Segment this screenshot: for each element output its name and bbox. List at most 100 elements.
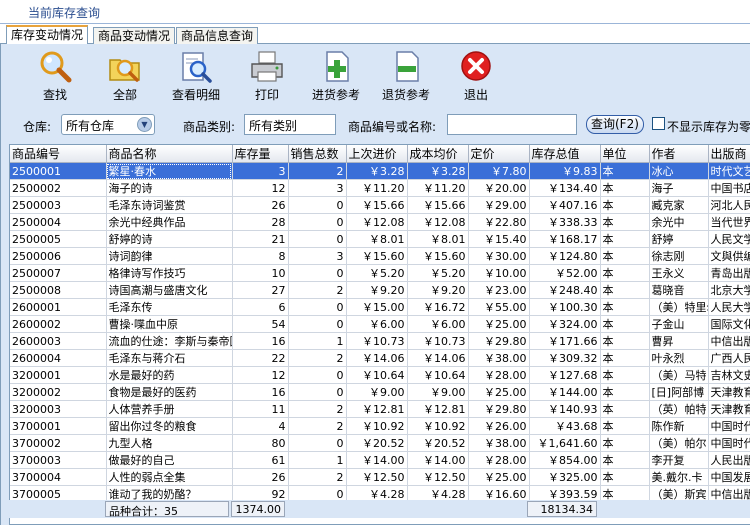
column-header[interactable]: 成本均价	[407, 145, 469, 163]
table-cell: 余光中	[649, 213, 709, 231]
table-cell: 3200002	[10, 383, 107, 401]
table-cell: 王永义	[649, 264, 709, 282]
category-label: 商品类别:	[183, 120, 236, 134]
table-cell: ￥9.20	[407, 281, 469, 299]
table-row[interactable]: 3700004 人性的弱点全集 26 2 ￥12.50 ￥12.50 ￥25.00 ￥325.…	[10, 468, 750, 486]
return-reference-button[interactable]: 退货参考	[374, 50, 438, 104]
table-cell: ￥9.00	[346, 383, 408, 401]
table-row[interactable]: 2500003 毛泽东诗词鉴赏 26 0 ￥15.66 ￥15.66 ￥29.00 ￥407.…	[10, 196, 750, 214]
table-cell: ￥8.01	[346, 230, 408, 248]
summary-bar: 品种合计：35 1374.00 18134.34	[9, 500, 750, 518]
tab-stock-changes[interactable]: 库存变动情况	[6, 25, 89, 44]
table-cell: 26	[232, 196, 289, 214]
column-header[interactable]: 单位	[600, 145, 650, 163]
table-row[interactable]: 2600001 毛泽东传 6 0 ￥15.00 ￥16.72 ￥55.00 ￥100.30 本（…	[10, 298, 750, 316]
close-icon	[461, 51, 491, 81]
column-header[interactable]: 作者	[649, 145, 709, 163]
table-row[interactable]: 3200002 食物是最好的医药 16 0 ￥9.00 ￥9.00 ￥25.00 ￥144.0…	[10, 383, 750, 401]
table-row[interactable]: 3700002 九型人格 80 0 ￥20.52 ￥20.52 ￥38.00 ￥1,641.6…	[10, 434, 750, 452]
table-row[interactable]: 2500007 格律诗写作技巧 10 0 ￥5.20 ￥5.20 ￥10.00 ￥52.00 本…	[10, 264, 750, 282]
column-header[interactable]: 库存总值	[529, 145, 601, 163]
table-cell: 2600001	[10, 298, 107, 316]
table-row[interactable]: 3700003 做最好的自己 61 1 ￥14.00 ￥14.00 ￥28.00 ￥854.0…	[10, 451, 750, 469]
table-cell: 吉林文史	[708, 366, 750, 384]
main-panel: 查找 全部 查看明细 打印 进货参考 退货参考 退出 仓库: 所有仓库 ▼ 商品…	[0, 44, 750, 525]
tab-product-changes[interactable]: 商品变动情况	[93, 27, 176, 44]
table-cell: 水是最好的药	[106, 366, 233, 384]
table-row[interactable]: 2500006 诗词韵律 8 3 ￥15.60 ￥15.60 ￥30.00 ￥124.80 本徐…	[10, 247, 750, 265]
table-cell: ￥1,641.60	[529, 434, 601, 452]
table-cell: ￥12.81	[346, 400, 408, 418]
table-cell: 2600004	[10, 349, 107, 367]
table-cell: 曹操·喋血中原	[106, 315, 233, 333]
table-cell: 2600003	[10, 332, 107, 350]
table-cell: ￥324.00	[529, 315, 601, 333]
chevron-down-icon: ▼	[137, 117, 152, 132]
find-button[interactable]: 查找	[23, 50, 87, 104]
table-cell: ￥38.00	[468, 434, 530, 452]
purchase-reference-button[interactable]: 进货参考	[304, 50, 368, 104]
table-row[interactable]: 2500001 繁星·春水 3 2 ￥3.28 ￥3.28 ￥7.80 ￥9.83 本冰心 时代文…	[10, 162, 750, 180]
table-cell: 海子	[649, 179, 709, 197]
table-cell: ￥168.17	[529, 230, 601, 248]
table-cell: 21	[232, 230, 289, 248]
table-row[interactable]: 2500004 余光中经典作品 28 0 ￥12.08 ￥12.08 ￥22.80 ￥338.…	[10, 213, 750, 231]
table-cell: ￥12.50	[346, 468, 408, 486]
hide-zero-checkbox[interactable]	[652, 117, 665, 130]
table-cell: 0	[288, 213, 347, 231]
tab-product-info[interactable]: 商品信息查询	[176, 27, 259, 44]
print-button[interactable]: 打印	[235, 50, 299, 104]
table-cell: ￥14.00	[407, 451, 469, 469]
table-row[interactable]: 2500008 诗国高潮与盛唐文化 27 2 ￥9.20 ￥9.20 ￥23.00 ￥248.…	[10, 281, 750, 299]
table-row[interactable]: 2600003 流血的仕途：李斯与秦帝国 16 1 ￥10.73 ￥10.73 ￥29.80…	[10, 332, 750, 350]
column-header[interactable]: 库存量	[232, 145, 289, 163]
table-cell: 北京大学	[708, 281, 750, 299]
table-cell: 2	[288, 349, 347, 367]
table-cell: 61	[232, 451, 289, 469]
code-or-name-input[interactable]	[447, 114, 577, 135]
table-cell: ￥127.68	[529, 366, 601, 384]
column-header[interactable]: 定价	[468, 145, 530, 163]
table-cell: ￥10.73	[346, 332, 408, 350]
table-row[interactable]: 3200001 水是最好的药 12 0 ￥10.64 ￥10.64 ￥28.00 ￥127.6…	[10, 366, 750, 384]
column-header[interactable]: 商品编号	[10, 145, 107, 163]
column-header[interactable]: 上次进价	[346, 145, 408, 163]
table-row[interactable]: 2500005 舒婷的诗 21 0 ￥8.01 ￥8.01 ￥15.40 ￥168.17 本舒婷…	[10, 230, 750, 248]
table-row[interactable]: 2500002 海子的诗 12 3 ￥11.20 ￥11.20 ￥20.00 ￥134.40 本…	[10, 179, 750, 197]
table-cell: 2500004	[10, 213, 107, 231]
table-cell: 0	[288, 298, 347, 316]
table-cell: ￥22.80	[468, 213, 530, 231]
view-detail-button[interactable]: 查看明细	[164, 50, 228, 104]
exit-button[interactable]: 退出	[444, 50, 508, 104]
query-button[interactable]: 查询(F2)	[586, 115, 644, 134]
folder-magnifier-icon	[109, 59, 140, 82]
table-cell: 10	[232, 264, 289, 282]
stock-table[interactable]: 商品编号 商品名称 库存量 销售总数 上次进价 成本均价 定价 库存总值 单位 作者 出版商 250…	[9, 144, 750, 525]
column-header[interactable]: 商品名称	[106, 145, 233, 163]
table-cell: ￥338.33	[529, 213, 601, 231]
table-cell: 12	[232, 366, 289, 384]
toolbar: 查找 全部 查看明细 打印 进货参考 退货参考 退出	[1, 44, 750, 106]
table-row[interactable]: 2600002 曹操·喋血中原 54 0 ￥6.00 ￥6.00 ￥25.00 ￥324.00…	[10, 315, 750, 333]
table-cell: 陈作新	[649, 417, 709, 435]
table-cell: ￥14.06	[346, 349, 408, 367]
table-cell: 2600002	[10, 315, 107, 333]
table-row[interactable]: 3700001 留出你过冬的粮食 4 2 ￥10.92 ￥10.92 ￥26.00 ￥43.6…	[10, 417, 750, 435]
warehouse-select[interactable]: 所有仓库 ▼	[61, 114, 155, 135]
column-header[interactable]: 出版商	[708, 145, 750, 163]
table-cell: 0	[288, 315, 347, 333]
table-cell: ￥11.20	[346, 179, 408, 197]
column-header[interactable]: 销售总数	[288, 145, 347, 163]
table-cell: ￥10.00	[468, 264, 530, 282]
category-input[interactable]: 所有类别	[244, 114, 336, 135]
table-row[interactable]: 3200003 人体营养手册 11 2 ￥12.81 ￥12.81 ￥29.80 ￥140.9…	[10, 400, 750, 418]
table-row[interactable]: 2600004 毛泽东与蒋介石 22 2 ￥14.06 ￥14.06 ￥38.00 ￥309.…	[10, 349, 750, 367]
printer-icon	[251, 51, 283, 82]
table-cell: （美）马特	[649, 366, 709, 384]
all-button[interactable]: 全部	[93, 50, 157, 104]
warehouse-label: 仓库:	[23, 120, 52, 134]
table-cell: ￥12.08	[346, 213, 408, 231]
table-cell: ￥23.00	[468, 281, 530, 299]
table-cell: 诗词韵律	[106, 247, 233, 265]
table-cell: 人民出版	[708, 451, 750, 469]
